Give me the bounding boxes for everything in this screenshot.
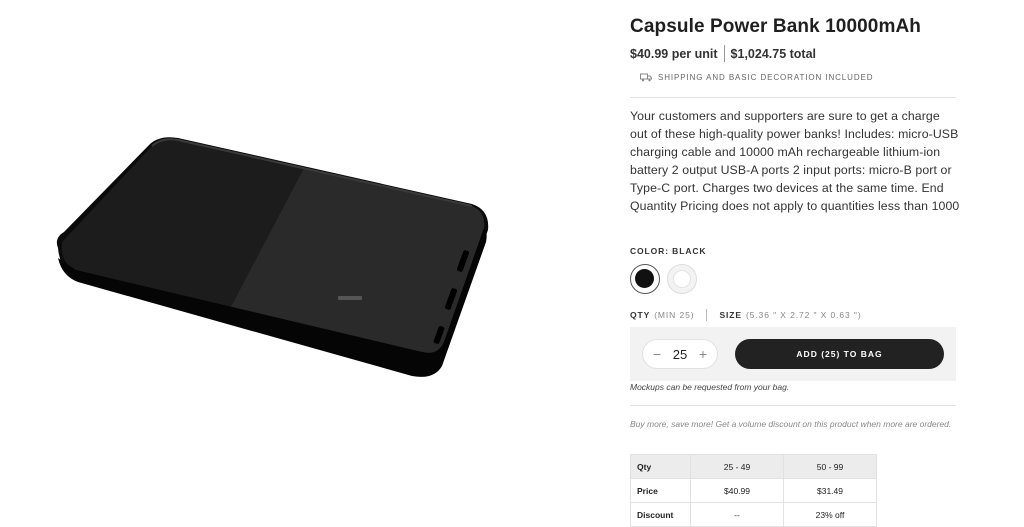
black-dot <box>635 269 654 288</box>
color-swatch-white[interactable] <box>667 264 697 294</box>
table-header-cell: Qty <box>630 454 691 479</box>
quantity-stepper: − 25 + <box>642 339 718 369</box>
product-description: Your customers and supporters are sure t… <box>630 109 960 213</box>
decrement-button[interactable]: − <box>651 346 663 362</box>
table-cell: 23% off <box>783 502 877 527</box>
table-cell: -- <box>690 502 784 527</box>
power-bank-image <box>56 137 489 377</box>
qty-size-row: QTY (MIN 25) SIZE (5.36 " X 2.72 " X 0.6… <box>630 309 862 321</box>
qty-label: QTY <box>630 310 651 320</box>
table-row-label: Price <box>630 478 691 503</box>
qty-size-separator <box>706 309 708 321</box>
shipping-text: Shipping and basic decoration included <box>658 73 874 82</box>
product-title: Capsule Power Bank 10000mAh <box>630 16 921 37</box>
color-label: COLOR: BLACK <box>630 246 707 256</box>
qty-min-note: (MIN 25) <box>654 310 695 320</box>
truck-icon <box>640 73 652 82</box>
volume-discount-note: Buy more, save more! Get a volume discou… <box>630 419 952 429</box>
shipping-note: Shipping and basic decoration included <box>640 73 873 82</box>
price-per-unit: $40.99 per unit <box>630 46 718 61</box>
size-label: SIZE <box>719 310 742 320</box>
increment-button[interactable]: + <box>697 346 709 362</box>
price-row: $40.99 per unit $1,024.75 total <box>630 45 816 62</box>
table-cell: $31.49 <box>783 478 877 503</box>
table-row-label: Discount <box>630 502 691 527</box>
color-swatch-black[interactable] <box>630 264 660 294</box>
white-dot <box>673 270 691 288</box>
product-image <box>0 0 560 527</box>
table-header-row: Qty 25 - 49 50 - 99 <box>630 454 877 479</box>
table-cell: $40.99 <box>690 478 784 503</box>
price-total: $1,024.75 total <box>730 46 817 61</box>
mockup-note: Mockups can be requested from your bag. <box>630 382 790 392</box>
size-value: (5.36 " X 2.72 " X 0.63 ") <box>745 310 862 320</box>
table-row: Price $40.99 $31.49 <box>630 478 877 503</box>
table-header-cell: 50 - 99 <box>783 454 877 479</box>
price-divider <box>723 45 725 62</box>
divider-top <box>630 97 956 98</box>
divider-bottom <box>630 405 956 406</box>
quantity-value[interactable]: 25 <box>673 347 687 362</box>
add-to-bag-panel: − 25 + ADD (25) TO BAG <box>630 327 956 381</box>
volume-pricing-table: Qty 25 - 49 50 - 99 Price $40.99 $31.49 … <box>630 454 877 527</box>
add-to-bag-button[interactable]: ADD (25) TO BAG <box>735 339 944 369</box>
table-row: Discount -- 23% off <box>630 502 877 527</box>
table-header-cell: 25 - 49 <box>690 454 784 479</box>
